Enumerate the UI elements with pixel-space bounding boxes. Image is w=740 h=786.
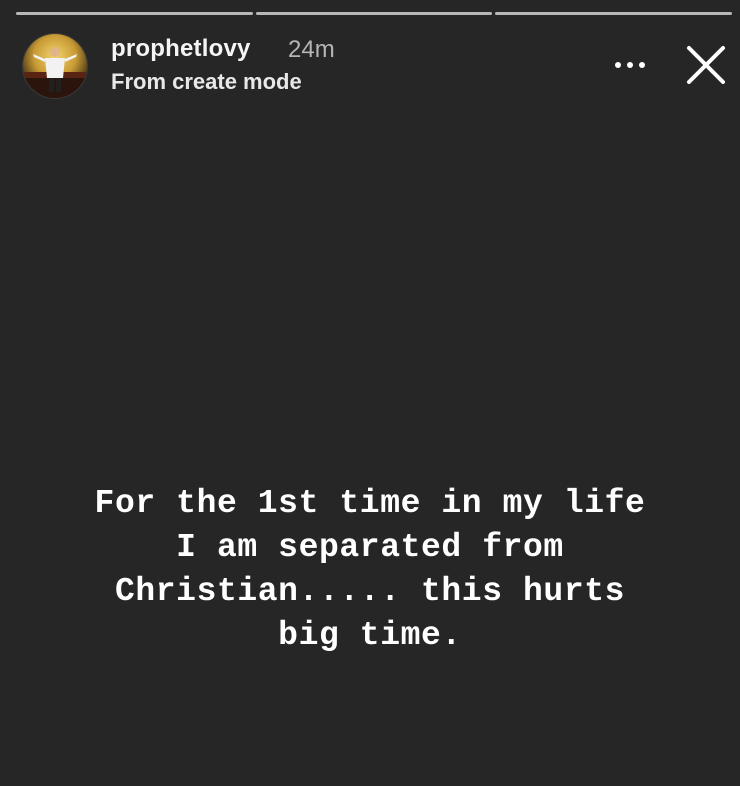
story-text-line: Christian..... this hurts bbox=[114, 573, 626, 610]
story-text-line: big time. bbox=[278, 617, 462, 654]
story-source-label: From create mode bbox=[111, 69, 302, 94]
progress-segment bbox=[255, 12, 493, 15]
close-button[interactable] bbox=[682, 41, 730, 89]
story-timestamp: 24m bbox=[288, 36, 335, 63]
avatar[interactable] bbox=[22, 33, 88, 99]
more-options-icon bbox=[615, 62, 645, 68]
story-header: prophetlovy 24m From create mode bbox=[22, 33, 734, 99]
story-text-line: For the 1st time in my life bbox=[94, 485, 646, 522]
close-icon bbox=[687, 46, 725, 84]
story-viewer: prophetlovy 24m From create mode For the… bbox=[0, 0, 740, 786]
avatar-image bbox=[23, 34, 87, 98]
username[interactable]: prophetlovy bbox=[111, 35, 251, 63]
progress-segment bbox=[495, 12, 733, 15]
story-progress-bar bbox=[16, 12, 733, 15]
progress-segment bbox=[16, 12, 253, 15]
story-text: For the 1st time in my life I am separat… bbox=[30, 482, 710, 658]
more-options-button[interactable] bbox=[608, 47, 652, 83]
story-text-line: I am separated from bbox=[176, 529, 564, 566]
